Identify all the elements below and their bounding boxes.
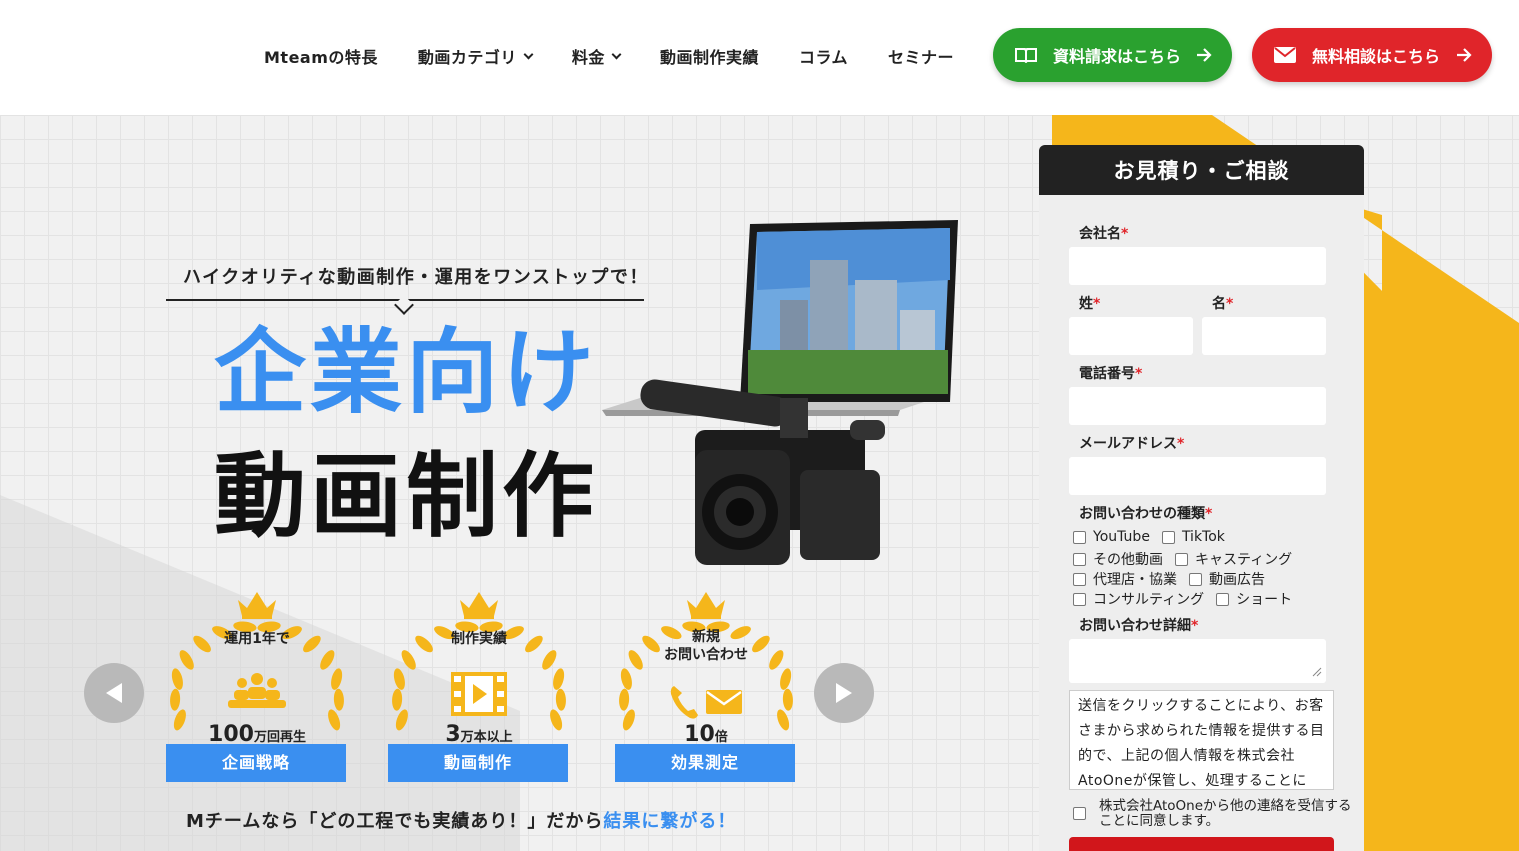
form-title: お見積り・ご相談 [1039,145,1364,195]
nav-item-2[interactable]: 料金 [571,44,622,68]
inquiry-type-label: お問い合わせの種類* [1079,506,1213,522]
first-name-label: 名* [1212,296,1234,312]
last-name-input[interactable] [1069,317,1193,355]
phone-mail-icon [615,684,797,720]
inquiry-type-option[interactable]: 動画広告 [1189,569,1265,589]
option-label: TikTok [1181,529,1225,545]
nav-item-5[interactable]: セミナー [888,44,954,68]
inquiry-type-row: その他動画 キャスティング [1073,549,1304,569]
agree-checkbox[interactable] [1073,807,1086,820]
privacy-terms-box[interactable]: 送信をクリックすることにより、お客さまから求められた情報を提供する目的で、上記の… [1069,690,1334,790]
free-consult-label: 無料相談はこちら [1312,47,1441,66]
headline-line2: 動画制作 [214,443,599,550]
last-name-label: 姓* [1079,296,1101,312]
achievement-badge: 運用1年で 100万回再生 企画戦略 [166,590,348,782]
inquiry-type-row: コンサルティング ショート [1073,589,1304,609]
chevron-down-icon [611,49,622,59]
checkbox[interactable] [1073,572,1086,586]
nav-item-label: セミナー [887,48,954,67]
agree-text: 株式会社AtoOneから他の連絡を受信することに同意します。 [1099,798,1352,829]
first-name-input[interactable] [1202,317,1326,355]
email-label: メールアドレス* [1079,436,1185,452]
badge-label[interactable]: 動画制作 [388,744,568,782]
checkbox[interactable] [1073,592,1086,606]
nav-item-label: 動画カテゴリ [417,48,517,67]
hero-tagline: ハイクオリティな動画制作・運用をワンストップで！ [183,267,649,288]
badge-caption: 制作実績 [451,631,507,647]
inquiry-type-option[interactable]: コンサルティング [1073,589,1204,609]
detail-label: お問い合わせ詳細* [1079,618,1199,634]
nav-item-label: 料金 [571,48,605,67]
document-request-label: 資料請求はこちら [1053,47,1182,66]
chevron-down-icon [523,49,534,59]
bottom-catchcopy: Mチームなら「どの工程でも実績あり！」だから結果に繋がる！ [186,807,736,833]
badge-caption: 運用1年で [224,631,290,647]
hero-section: ハイクオリティな動画制作・運用をワンストップで！ 企業向け 動画制作 運用1年で… [0,115,1519,851]
carousel-prev-button[interactable] [84,663,144,723]
phone-input[interactable] [1069,387,1326,425]
book-icon [1015,47,1037,63]
inquiry-type-row: 代理店・協業 動画広告 [1073,569,1277,589]
option-label: 代理店・協業 [1093,572,1177,588]
nav-item-1[interactable]: 動画カテゴリ [417,44,534,68]
site-header: Mteamの特長 動画カテゴリ 料金 動画制作実績 コラム セミナー 資料請求はこちら 無… [0,0,1519,115]
company-input[interactable] [1069,247,1326,285]
option-label: 動画広告 [1209,572,1265,588]
arrow-right-icon [1456,48,1472,62]
option-label: コンサルティング [1093,592,1205,608]
inquiry-type-option[interactable]: TikTok [1161,529,1225,545]
option-label: その他動画 [1093,552,1163,568]
option-label: キャスティング [1195,552,1293,568]
nav-item-0[interactable]: Mteamの特長 [264,44,378,68]
agree-row: 株式会社AtoOneから他の連絡を受信することに同意します。 [1073,799,1364,829]
carousel-next-button[interactable] [814,663,874,723]
mail-icon [1274,47,1296,63]
inquiry-type-option[interactable]: 代理店・協業 [1073,569,1177,589]
triangle-right-icon [836,683,852,703]
nav-item-3[interactable]: 動画制作実績 [660,44,759,68]
people-icon [166,672,348,708]
resize-handle-icon[interactable] [1312,667,1322,677]
nav-item-label: Mteamの特長 [264,48,378,67]
checkbox[interactable] [1189,572,1202,586]
catchcopy-highlight: 結果に繋がる！ [603,811,737,832]
checkbox[interactable] [1073,552,1086,566]
inquiry-type-row: YouTube TikTok [1073,529,1237,545]
checkbox[interactable] [1073,530,1086,544]
badge-label[interactable]: 効果測定 [615,744,795,782]
badge-label[interactable]: 企画戦略 [166,744,346,782]
inquiry-type-option[interactable]: キャスティング [1175,549,1292,569]
inquiry-type-option[interactable]: YouTube [1073,529,1150,545]
arrow-right-icon [1196,48,1212,62]
detail-textarea[interactable] [1069,639,1326,683]
nav-item-4[interactable]: コラム [799,44,848,68]
nav-item-label: コラム [798,48,848,67]
badge-caption: 新規 お問い合わせ [664,629,748,663]
estimate-form: お見積り・ご相談 会社名* 姓* 名* 電話番号* メールアドレス* お問い合わ… [1039,145,1364,851]
achievement-badge: 制作実績 3万本以上 動画制作 [388,590,570,782]
submit-button[interactable] [1069,837,1334,851]
nav-item-label: 動画制作実績 [659,48,759,67]
catchcopy-main: Mチームなら「どの工程でも実績あり！」だから [186,811,604,832]
option-label: YouTube [1093,529,1150,545]
email-input[interactable] [1069,457,1326,495]
document-request-button[interactable]: 資料請求はこちら [993,28,1232,82]
checkbox[interactable] [1216,592,1230,606]
triangle-left-icon [106,683,122,703]
inquiry-type-option[interactable]: その他動画 [1073,549,1163,569]
laptop-camera-image [602,220,958,565]
company-label: 会社名* [1079,226,1129,242]
achievement-badge: 新規 お問い合わせ 10倍 効果測定 [615,590,797,782]
checkbox[interactable] [1161,530,1175,544]
phone-label: 電話番号* [1079,366,1143,382]
free-consult-button[interactable]: 無料相談はこちら [1252,28,1492,82]
checkbox[interactable] [1175,552,1188,566]
inquiry-type-option[interactable]: ショート [1216,589,1292,609]
option-label: ショート [1236,592,1293,608]
film-icon [388,672,570,716]
main-nav: Mteamの特長 動画カテゴリ 料金 動画制作実績 コラム セミナー [264,44,994,68]
headline-line1: 企業向け [214,319,599,426]
